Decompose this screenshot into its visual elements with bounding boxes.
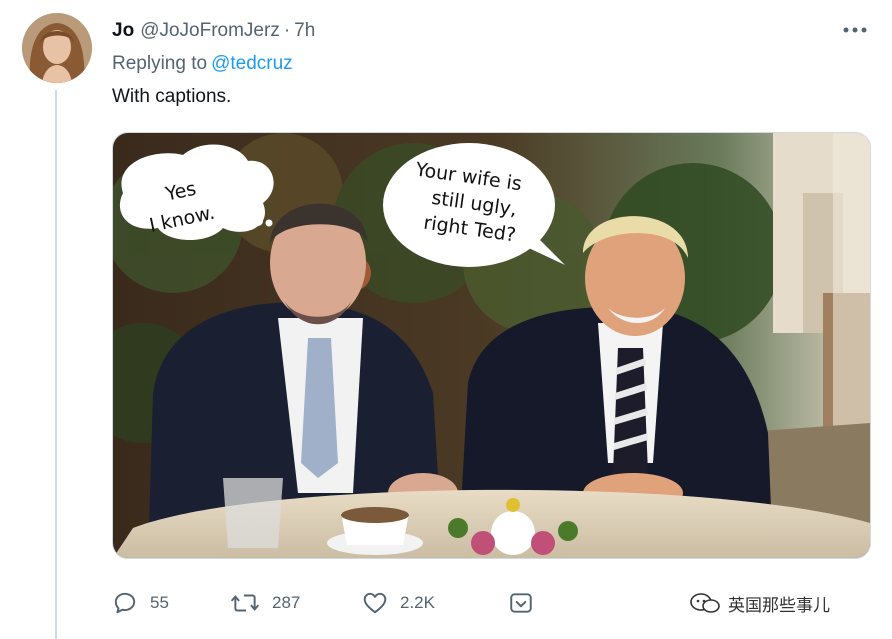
tweet-photo[interactable]: Yes I know. Your wife is still ugly, rig…	[112, 132, 871, 559]
tweet-header: Jo @JoJoFromJerz · 7h	[112, 18, 315, 44]
reply-count: 55	[150, 593, 169, 612]
user-handle[interactable]: @JoJoFromJerz	[140, 20, 280, 42]
watermark-text: 英国那些事儿	[728, 595, 830, 615]
like-count: 2.2K	[400, 593, 435, 612]
tweet-text: With captions.	[112, 86, 232, 107]
like-button[interactable]: 2.2K	[362, 588, 435, 618]
replying-to-line: Replying to @tedcruz	[112, 53, 293, 75]
more-options-icon[interactable]	[840, 20, 870, 40]
timestamp[interactable]: 7h	[294, 20, 315, 42]
replying-to-label: Replying to	[112, 53, 208, 74]
replying-to-mention[interactable]: @tedcruz	[211, 53, 293, 74]
reply-button[interactable]: 55	[112, 588, 169, 618]
display-name[interactable]: Jo	[112, 20, 134, 42]
reply-icon	[114, 592, 136, 614]
wechat-logo-icon	[690, 593, 720, 613]
retweet-count: 287	[272, 593, 301, 612]
share-button[interactable]	[508, 588, 534, 618]
header-separator: ·	[283, 20, 291, 41]
retweet-icon	[230, 594, 260, 612]
avatar-image	[22, 13, 92, 83]
share-icon	[510, 593, 532, 613]
thread-connector-line	[55, 90, 57, 639]
retweet-button[interactable]: 287	[230, 588, 300, 618]
heart-icon	[363, 592, 387, 614]
watermark: 英国那些事儿	[688, 590, 830, 616]
avatar[interactable]	[22, 13, 92, 83]
